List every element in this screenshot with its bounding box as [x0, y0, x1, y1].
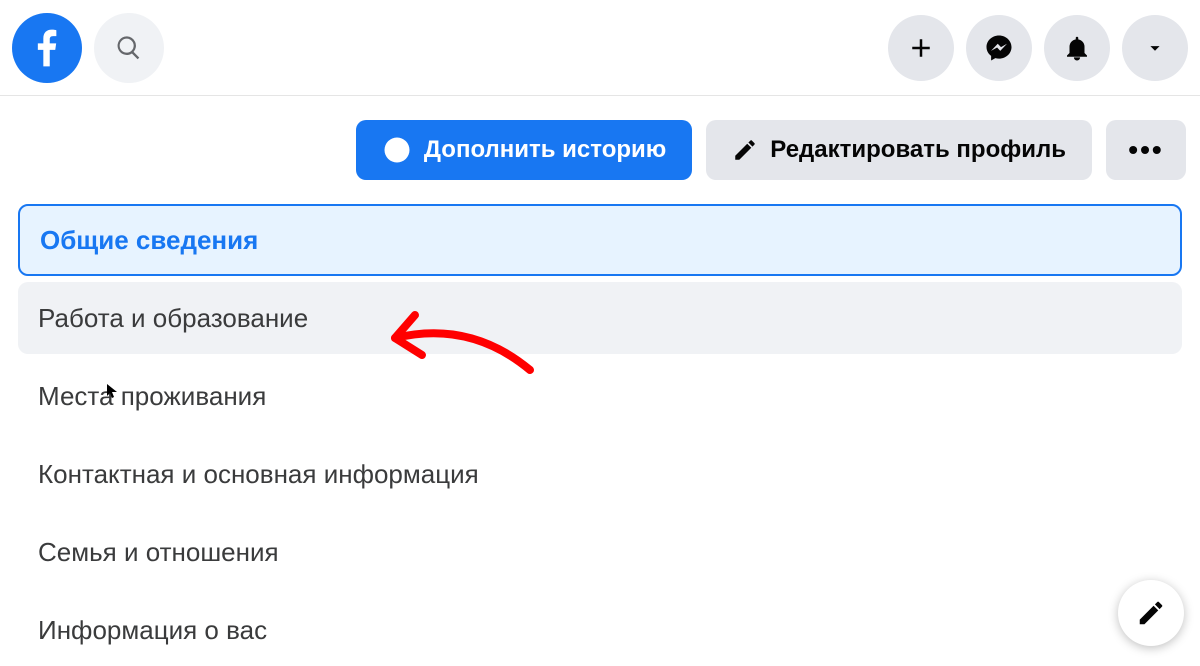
more-actions-button[interactable]: ••• [1106, 120, 1186, 180]
messenger-icon [984, 33, 1014, 63]
nav-item-label: Общие сведения [40, 225, 258, 256]
add-to-story-button[interactable]: Дополнить историю [356, 120, 692, 180]
nav-overview[interactable]: Общие сведения [18, 204, 1182, 276]
nav-work-education[interactable]: Работа и образование [18, 282, 1182, 354]
topbar-left-group [12, 13, 164, 83]
search-icon [115, 34, 143, 62]
nav-item-label: Места проживания [38, 381, 266, 412]
bell-icon [1062, 33, 1092, 63]
create-button[interactable] [888, 15, 954, 81]
nav-places-lived[interactable]: Места проживания [18, 360, 1182, 432]
edit-profile-button[interactable]: Редактировать профиль [706, 120, 1092, 180]
caret-down-icon [1144, 37, 1166, 59]
topbar-right-group [888, 15, 1188, 81]
nav-family-relationships[interactable]: Семья и отношения [18, 516, 1182, 588]
facebook-f-icon [25, 26, 69, 70]
about-section-nav: Общие сведения Работа и образование Мест… [0, 204, 1200, 666]
search-button[interactable] [94, 13, 164, 83]
facebook-logo[interactable] [12, 13, 82, 83]
top-navigation-bar [0, 0, 1200, 96]
edit-square-icon [1136, 598, 1166, 628]
profile-action-bar: Дополнить историю Редактировать профиль … [0, 96, 1200, 204]
nav-item-label: Контактная и основная информация [38, 459, 479, 490]
plus-circle-icon [382, 135, 412, 165]
notifications-button[interactable] [1044, 15, 1110, 81]
messenger-button[interactable] [966, 15, 1032, 81]
pencil-icon [732, 137, 758, 163]
more-dots: ••• [1128, 134, 1163, 166]
account-menu-button[interactable] [1122, 15, 1188, 81]
edit-fab-button[interactable] [1118, 580, 1184, 646]
add-to-story-label: Дополнить историю [424, 136, 666, 164]
nav-details-about-you[interactable]: Информация о вас [18, 594, 1182, 666]
nav-item-label: Информация о вас [38, 615, 267, 646]
nav-item-label: Семья и отношения [38, 537, 279, 568]
plus-icon [906, 33, 936, 63]
nav-item-label: Работа и образование [38, 303, 308, 334]
nav-contact-basic-info[interactable]: Контактная и основная информация [18, 438, 1182, 510]
edit-profile-label: Редактировать профиль [770, 136, 1066, 164]
